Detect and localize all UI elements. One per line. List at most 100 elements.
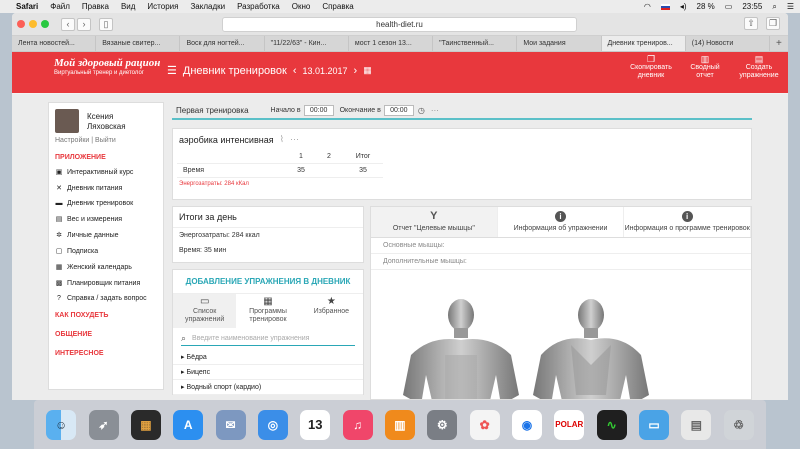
forward-icon[interactable]: ›	[77, 17, 91, 31]
tab-8[interactable]: (14) Новости	[686, 36, 770, 51]
finder-icon[interactable]: ☺	[46, 409, 77, 440]
wifi-icon[interactable]: ◠	[644, 2, 651, 11]
sidebar-item-personal[interactable]: ✲ Личные данные	[49, 227, 163, 243]
sidebar-item-planner[interactable]: ▩ Планировщик питания	[49, 275, 163, 291]
back-icon[interactable]: ‹	[61, 17, 75, 31]
sidebar-item-calendar[interactable]: ▦ Женский календарь	[49, 259, 163, 275]
more-icon[interactable]: ⋯	[290, 134, 299, 145]
chrome-icon[interactable]: ◉	[511, 409, 542, 440]
tab-2[interactable]: Воск для ногтей...	[180, 36, 265, 51]
next-date-icon[interactable]: ›	[354, 65, 358, 77]
safari-icon[interactable]: ◎	[257, 409, 288, 440]
cell-value[interactable]: 35	[287, 163, 315, 178]
tab-target-muscles[interactable]: Y Отчет "Целевые мышцы"	[371, 207, 498, 237]
close-window-icon[interactable]	[17, 20, 25, 28]
itunes-icon[interactable]: ♫	[342, 409, 373, 440]
app-menu[interactable]: Safari	[16, 2, 38, 11]
current-date[interactable]: 13.01.2017	[303, 66, 348, 76]
workout-title[interactable]: Первая тренировка	[176, 106, 249, 115]
section-social[interactable]: ОБЩЕНИЕ	[49, 328, 163, 341]
menu-file[interactable]: Файл	[50, 2, 70, 11]
tab-exercise-list[interactable]: ▭ Список упражнений	[173, 294, 237, 328]
app-store-icon[interactable]: A	[173, 409, 204, 440]
spotlight-icon[interactable]: ⌕	[772, 2, 776, 12]
mail-icon[interactable]: ✉	[215, 409, 246, 440]
tab-exercise-info[interactable]: i Информация об упражнении	[498, 207, 625, 237]
search-input[interactable]: ⌕ Введите наименование упражнения	[181, 332, 355, 346]
tab-5[interactable]: "Таинственный...	[433, 36, 518, 51]
sidebar-item-course[interactable]: ▣ Интерактивный курс	[49, 164, 163, 180]
menu-edit[interactable]: Правка	[82, 2, 109, 11]
address-bar[interactable]: health-diet.ru	[222, 17, 577, 32]
launchpad-icon[interactable]: ➶	[88, 409, 119, 440]
polar-icon[interactable]: POLAR	[554, 409, 585, 440]
menu-icon[interactable]: ☰	[167, 64, 177, 77]
secondary-muscles: Дополнительные мышцы:	[371, 254, 751, 270]
trash-icon[interactable]: ♲	[723, 409, 754, 440]
new-tab-icon[interactable]: +	[770, 36, 788, 51]
category-item[interactable]: ▸ Водный спорт (кардио)	[173, 380, 363, 395]
copy-diary-button[interactable]: ❐ Скопировать дневник	[628, 55, 674, 80]
sidebar-item-subscription[interactable]: ▢ Подписка	[49, 243, 163, 259]
share-icon[interactable]: ⇧	[744, 17, 758, 30]
section-interesting[interactable]: ИНТЕРЕСНОЕ	[49, 347, 163, 360]
menu-history[interactable]: История	[147, 2, 178, 11]
prev-date-icon[interactable]: ‹	[293, 65, 297, 77]
summary-report-button[interactable]: ▥ Сводный отчет	[682, 55, 728, 80]
sidebar-item-training-diary[interactable]: ▬ Дневник тренировок	[49, 196, 163, 211]
section-app[interactable]: ПРИЛОЖЕНИЕ	[49, 151, 163, 164]
logout-link[interactable]: Выйти	[95, 137, 116, 144]
calendar-icon[interactable]: ▦	[363, 65, 372, 76]
sidebar-toggle-icon[interactable]: ▯	[99, 17, 113, 31]
menu-bookmarks[interactable]: Закладки	[190, 2, 225, 11]
calendar-app-icon[interactable]: 13	[300, 409, 331, 440]
battery-icon[interactable]: ▭	[725, 2, 733, 11]
avatar[interactable]	[55, 109, 79, 133]
settings-link[interactable]: Настройки	[55, 137, 89, 144]
tab-6[interactable]: Мои задания	[517, 36, 602, 51]
ibooks-icon[interactable]: ▥	[384, 409, 415, 440]
tabs-overview-icon[interactable]: ❐	[766, 17, 780, 30]
cell-value[interactable]	[315, 163, 343, 178]
menu-help[interactable]: Справка	[322, 2, 353, 11]
sidebar-item-food-diary[interactable]: ✕ Дневник питания	[49, 180, 163, 196]
dashboard-icon[interactable]: ▦	[130, 409, 161, 440]
tab-program-info[interactable]: i Информация о программе тренировок	[624, 207, 751, 237]
tab-7[interactable]: Дневник трениров...	[601, 36, 686, 51]
system-preferences-icon[interactable]: ⚙	[427, 409, 458, 440]
activity-monitor-icon[interactable]: ∿	[596, 409, 627, 440]
tab-programs[interactable]: ▦ Программы тренировок	[236, 294, 299, 328]
battery-text[interactable]: 28 %	[697, 2, 715, 11]
start-time-input[interactable]: 00:00	[303, 104, 334, 116]
tab-4[interactable]: мост 1 сезон 13...	[349, 36, 434, 51]
photos-icon[interactable]: ✿	[469, 409, 500, 440]
minimize-window-icon[interactable]	[29, 20, 37, 28]
documents-stack-icon[interactable]: ▤	[681, 409, 712, 440]
clock[interactable]: 23:55	[742, 2, 762, 11]
clock-icon[interactable]: ◷	[418, 106, 425, 115]
zoom-window-icon[interactable]	[41, 20, 49, 28]
tab-1[interactable]: Вязаные свитер...	[96, 36, 181, 51]
tab-0[interactable]: Лента новостей...	[12, 36, 97, 51]
notifications-icon[interactable]: ☰	[787, 2, 794, 11]
tab-favorites[interactable]: ★ Избранное	[300, 294, 363, 328]
sidebar-item-weight[interactable]: ▤ Вес и измерения	[49, 211, 163, 227]
folder-icon[interactable]: ▭	[638, 409, 669, 440]
create-exercise-button[interactable]: ▤ Создать упражнение	[736, 55, 782, 80]
chart-icon[interactable]: ⌇	[280, 134, 284, 145]
flag-icon[interactable]	[660, 3, 670, 10]
site-logo[interactable]: Мой здоровый рацион Виртуальный тренер и…	[54, 57, 160, 76]
category-item[interactable]: ▸ Бёдра	[173, 350, 363, 365]
tab-3[interactable]: "11/22/63" - Кин...	[265, 36, 349, 51]
sidebar-item-help[interactable]: ? Справка / задать вопрос	[49, 291, 163, 306]
section-lose-weight[interactable]: КАК ПОХУДЕТЬ	[49, 309, 163, 322]
menu-view[interactable]: Вид	[121, 2, 135, 11]
volume-icon[interactable]: ◂)	[680, 2, 687, 11]
front-body-figure	[403, 299, 519, 399]
menu-develop[interactable]: Разработка	[237, 2, 280, 11]
menu-window[interactable]: Окно	[292, 2, 311, 11]
end-time-input[interactable]: 00:00	[383, 104, 414, 116]
category-item[interactable]: ▸ Бицепс	[173, 365, 363, 380]
more-icon[interactable]: ⋯	[431, 106, 439, 115]
user-name[interactable]: Ксения Ляховская	[87, 112, 126, 132]
